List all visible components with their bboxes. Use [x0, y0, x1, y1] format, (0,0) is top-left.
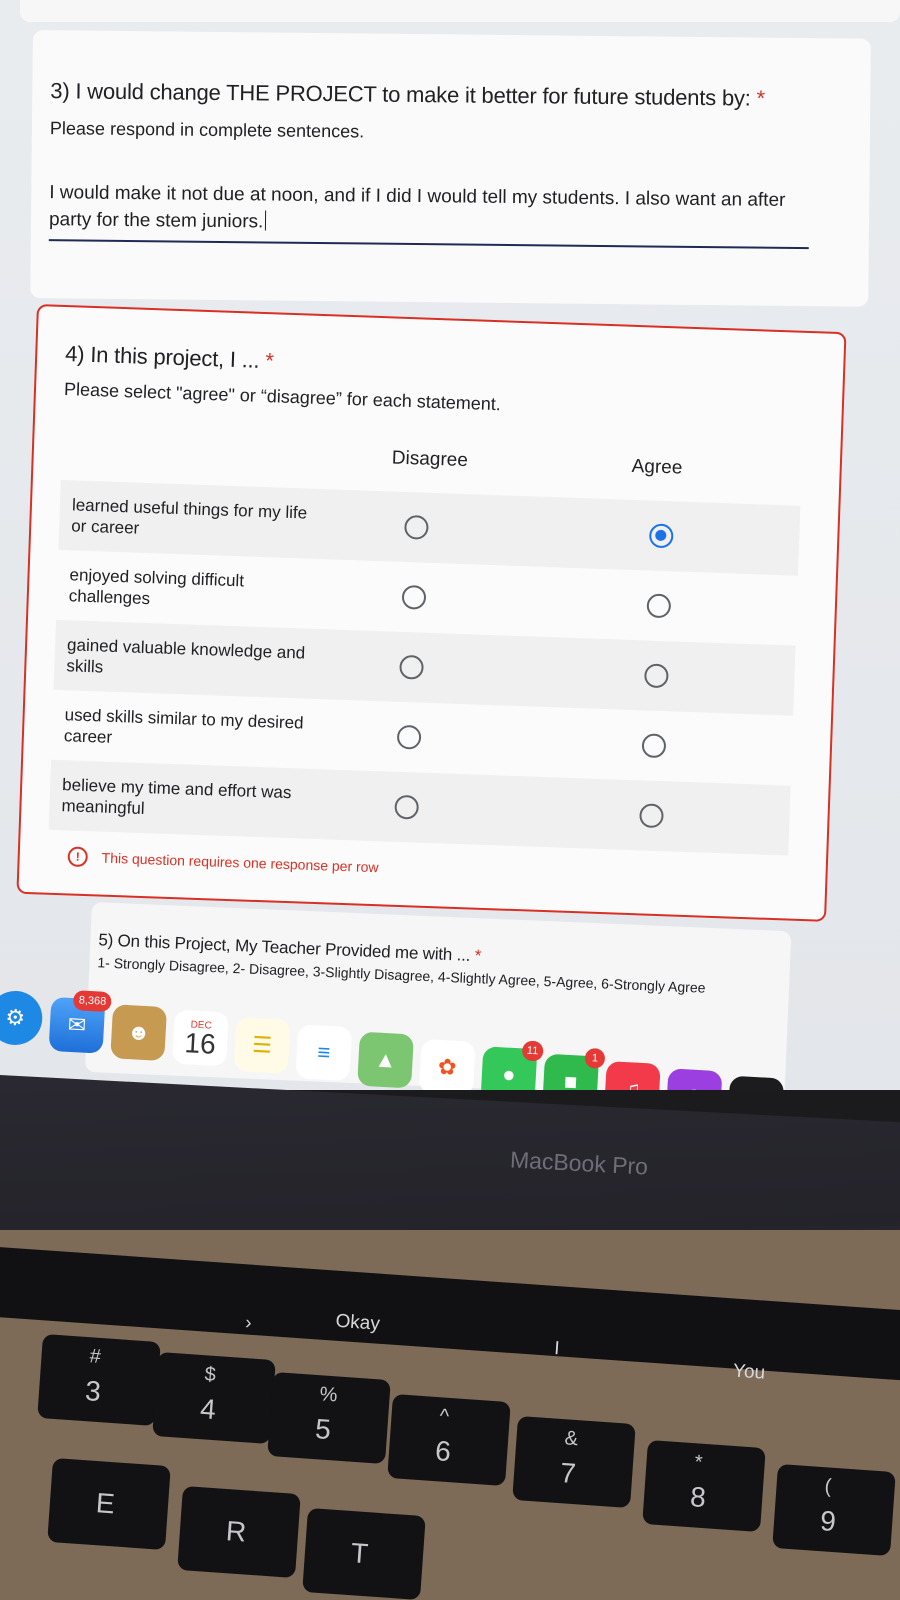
key-shift-label: ^: [438, 1405, 450, 1428]
facetime-icon[interactable]: ■ 1: [542, 1047, 606, 1090]
required-mark: *: [264, 348, 275, 374]
contacts-icon[interactable]: ☻: [110, 1004, 168, 1062]
key-shift-label: #: [88, 1345, 102, 1369]
key-label: 6: [434, 1435, 452, 1468]
error-icon: !: [67, 846, 89, 868]
facetime-badge: 1: [584, 1047, 606, 1069]
key-shift-label: %: [318, 1383, 339, 1407]
row-label: believe my time and effort was meaningfu…: [61, 775, 292, 819]
key-shift-label: *: [693, 1451, 704, 1474]
row-label: learned useful things for my life or car…: [70, 495, 308, 538]
key-shift-label: &: [563, 1427, 579, 1451]
error-message: This question requires one response per …: [101, 849, 379, 876]
messages-icon[interactable]: ● 11: [480, 1040, 544, 1090]
key-5[interactable]: % 5: [267, 1371, 391, 1465]
column-header-disagree: Disagree: [391, 447, 469, 472]
question-4-title-text: 4) In this project, I ...: [64, 341, 260, 373]
apple-tv-icon[interactable]: tv: [727, 1075, 785, 1090]
music-icon[interactable]: ♫: [603, 1061, 661, 1090]
photos-icon[interactable]: ✿: [418, 1038, 476, 1090]
required-mark: *: [756, 85, 766, 111]
calendar-day: 16: [183, 1026, 217, 1060]
column-header-agree: Agree: [631, 455, 683, 479]
key-9[interactable]: (9: [772, 1463, 896, 1557]
key-r[interactable]: R: [177, 1485, 301, 1579]
key-t[interactable]: T: [302, 1507, 426, 1600]
podcasts-icon[interactable]: ◉: [665, 1068, 723, 1090]
key-3[interactable]: #3: [37, 1333, 161, 1427]
key-label: T: [349, 1537, 370, 1570]
key-label: E: [94, 1487, 116, 1520]
required-mark: *: [474, 946, 482, 966]
agree-disagree-grid: Disagree Agree learned useful things for…: [48, 436, 802, 856]
row-label: gained valuable knowledge and skills: [66, 635, 306, 677]
mail-badge: 8,368: [73, 990, 112, 1013]
screen: 3) I would change THE PROJECT to make it…: [0, 0, 900, 1090]
key-e[interactable]: E: [47, 1457, 171, 1551]
radio-agree[interactable]: [639, 803, 664, 829]
maps-icon[interactable]: ▲: [357, 1031, 414, 1089]
key-label: 3: [84, 1375, 102, 1408]
question-3-title: 3) I would change THE PROJECT to make it…: [50, 78, 870, 113]
radio-disagree[interactable]: [396, 724, 422, 750]
radio-disagree[interactable]: [401, 584, 427, 610]
question-3-subtitle: Please respond in complete sentences.: [49, 118, 365, 142]
messages-badge: 11: [521, 1040, 544, 1062]
reminders-icon[interactable]: ≡: [295, 1024, 353, 1082]
key-label: 8: [689, 1481, 707, 1514]
radio-agree[interactable]: [643, 663, 669, 689]
notes-icon[interactable]: ☰: [233, 1016, 291, 1074]
key-4[interactable]: $4: [152, 1351, 276, 1445]
mail-icon[interactable]: ✉ 8,368: [48, 990, 112, 1054]
key-7[interactable]: & 7: [512, 1415, 636, 1509]
key-label: 7: [559, 1457, 577, 1490]
validation-error: ! This question requires one response pe…: [67, 846, 825, 892]
question-3-title-text: 3) I would change THE PROJECT to make it…: [50, 78, 751, 111]
row-label: enjoyed solving difficult challenges: [68, 565, 245, 609]
key-label: 5: [314, 1413, 332, 1446]
radio-agree[interactable]: [641, 733, 667, 759]
radio-agree[interactable]: [648, 523, 674, 549]
safari-icon[interactable]: ⚙: [0, 989, 44, 1047]
key-shift-label: $: [203, 1363, 217, 1387]
radio-agree[interactable]: [646, 593, 672, 619]
answer-textarea[interactable]: I would make it not due at noon, and if …: [48, 179, 810, 250]
key-label: 9: [819, 1505, 837, 1538]
row-label: used skills similar to my desired career: [63, 705, 304, 747]
key-8[interactable]: * 8: [642, 1439, 766, 1533]
key-6[interactable]: ^ 6: [387, 1393, 511, 1487]
calendar-icon[interactable]: DEC 16: [172, 1009, 229, 1067]
radio-disagree[interactable]: [399, 654, 424, 680]
question-3-card: 3) I would change THE PROJECT to make it…: [30, 30, 871, 307]
suggestion-you[interactable]: You: [732, 1361, 765, 1385]
previous-card-edge: [20, 0, 900, 22]
key-label: R: [224, 1515, 248, 1548]
answer-text: I would make it not due at noon, and if …: [48, 182, 786, 233]
question-4-card: 4) In this project, I ... * Please selec…: [16, 304, 847, 922]
text-cursor: [265, 210, 267, 231]
chevron-right-icon[interactable]: ›: [244, 1312, 253, 1334]
radio-disagree[interactable]: [394, 794, 420, 820]
key-shift-label: (: [823, 1475, 833, 1498]
suggestion-okay[interactable]: Okay: [335, 1311, 381, 1336]
key-label: 4: [199, 1393, 217, 1426]
radio-disagree[interactable]: [404, 514, 429, 540]
